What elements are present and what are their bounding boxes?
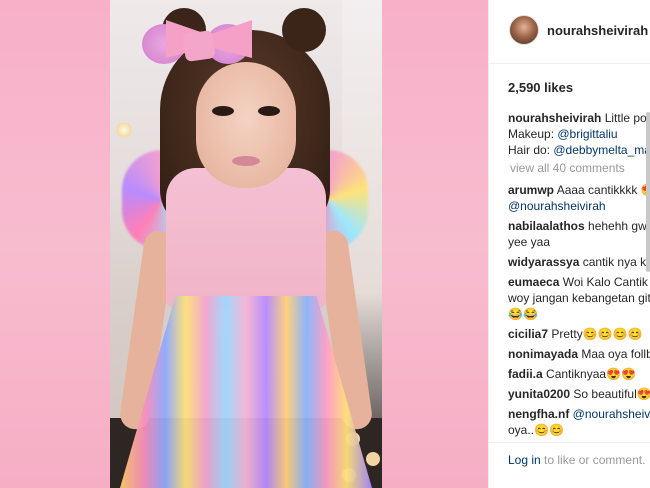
comment-username[interactable]: eumaeca xyxy=(508,275,559,289)
comment-item: yunita0200 So beautiful😍 xyxy=(508,386,650,402)
photo-hair-bun xyxy=(282,8,326,52)
comment-text: @nourahsheivir xyxy=(572,407,650,421)
caption-hair-link[interactable]: @debbymelta_mal xyxy=(553,143,650,157)
login-prompt-text: to like or comment. xyxy=(540,453,646,467)
photo-face xyxy=(196,62,296,188)
comment-username[interactable]: cicilia7 xyxy=(508,327,548,341)
caption-text: Little pon xyxy=(604,111,650,125)
comment-username[interactable]: fadii.a xyxy=(508,367,543,381)
dress-bodice xyxy=(166,168,326,308)
comment-text: oya..😊😊 xyxy=(508,423,564,437)
comment-text: @nourahsheivirah xyxy=(508,199,606,213)
caption-username[interactable]: nourahsheivirah xyxy=(508,111,601,125)
post-footer: Log in to like or comment. xyxy=(489,442,650,488)
login-prompt: Log in to like or comment. xyxy=(508,453,645,467)
bow-headband xyxy=(142,14,252,74)
login-link[interactable]: Log in xyxy=(508,453,541,467)
comment-text: woy jangan kebangetan git xyxy=(508,291,650,305)
photo-lamp xyxy=(116,122,132,138)
comment-username[interactable]: nonimayada xyxy=(508,347,578,361)
post-header: nourahsheivirah xyxy=(489,0,650,64)
post-sidebar: nourahsheivirah 2,590 likes nourahsheivi… xyxy=(488,0,650,488)
comments-list: arumwp Aaaa cantikkkk 😍 @nourahsheivirah n… xyxy=(508,182,650,442)
comment-item: nonimayada Maa oya follb xyxy=(508,346,650,362)
comment-text: hehehh gw c xyxy=(588,219,650,233)
comment-text: Aaaa cantikkkk 😍 xyxy=(556,183,650,197)
comment-item: arumwp Aaaa cantikkkk 😍 @nourahsheivirah xyxy=(508,182,650,214)
comment-item: nabilaalathos hehehh gw c yee yaa xyxy=(508,218,650,250)
likes-count[interactable]: 2,590 likes xyxy=(508,80,573,95)
comment-item: fadii.a Cantiknyaa😍😍 xyxy=(508,366,650,382)
comment-text: yee yaa xyxy=(508,235,551,249)
comment-item: eumaeca Woi Kalo Cantik b woy jangan keba… xyxy=(508,274,650,322)
comment-text: Pretty😊😊😊😊 xyxy=(551,327,643,341)
post-caption: nourahsheivirah Little pon Makeup: @brig… xyxy=(508,110,650,158)
comment-text: So beautiful😍 xyxy=(573,387,650,401)
post-username[interactable]: nourahsheivirah xyxy=(547,23,648,38)
comment-username[interactable]: widyarassya xyxy=(508,255,579,269)
caption-makeup-label: Makeup: xyxy=(508,127,555,141)
comment-username[interactable]: nabilaalathos xyxy=(508,219,585,233)
view-all-comments-link[interactable]: view all 40 comments xyxy=(510,161,625,175)
comment-text: cantik nya ka xyxy=(582,255,650,269)
comment-item: widyarassya cantik nya ka xyxy=(508,254,650,270)
comment-text: Woi Kalo Cantik b xyxy=(562,275,650,289)
scrollbar[interactable] xyxy=(646,112,650,272)
comment-text: Cantiknyaa😍😍 xyxy=(546,367,636,381)
comment-username[interactable]: arumwp xyxy=(508,183,554,197)
post-photo[interactable] xyxy=(110,0,382,488)
avatar[interactable] xyxy=(509,15,539,45)
post-photo-area xyxy=(0,0,488,488)
comment-username[interactable]: nengfha.nf xyxy=(508,407,569,421)
comment-item: nengfha.nf @nourahsheivir oya..😊😊 xyxy=(508,406,650,438)
caption-hair-label: Hair do: xyxy=(508,143,551,157)
comment-item: cicilia7 Pretty😊😊😊😊 xyxy=(508,326,650,342)
caption-makeup-link[interactable]: @brigittaliu xyxy=(557,127,617,141)
comment-text: Maa oya follb xyxy=(581,347,650,361)
comment-text: 😂😂 xyxy=(508,307,538,321)
comment-username[interactable]: yunita0200 xyxy=(508,387,570,401)
